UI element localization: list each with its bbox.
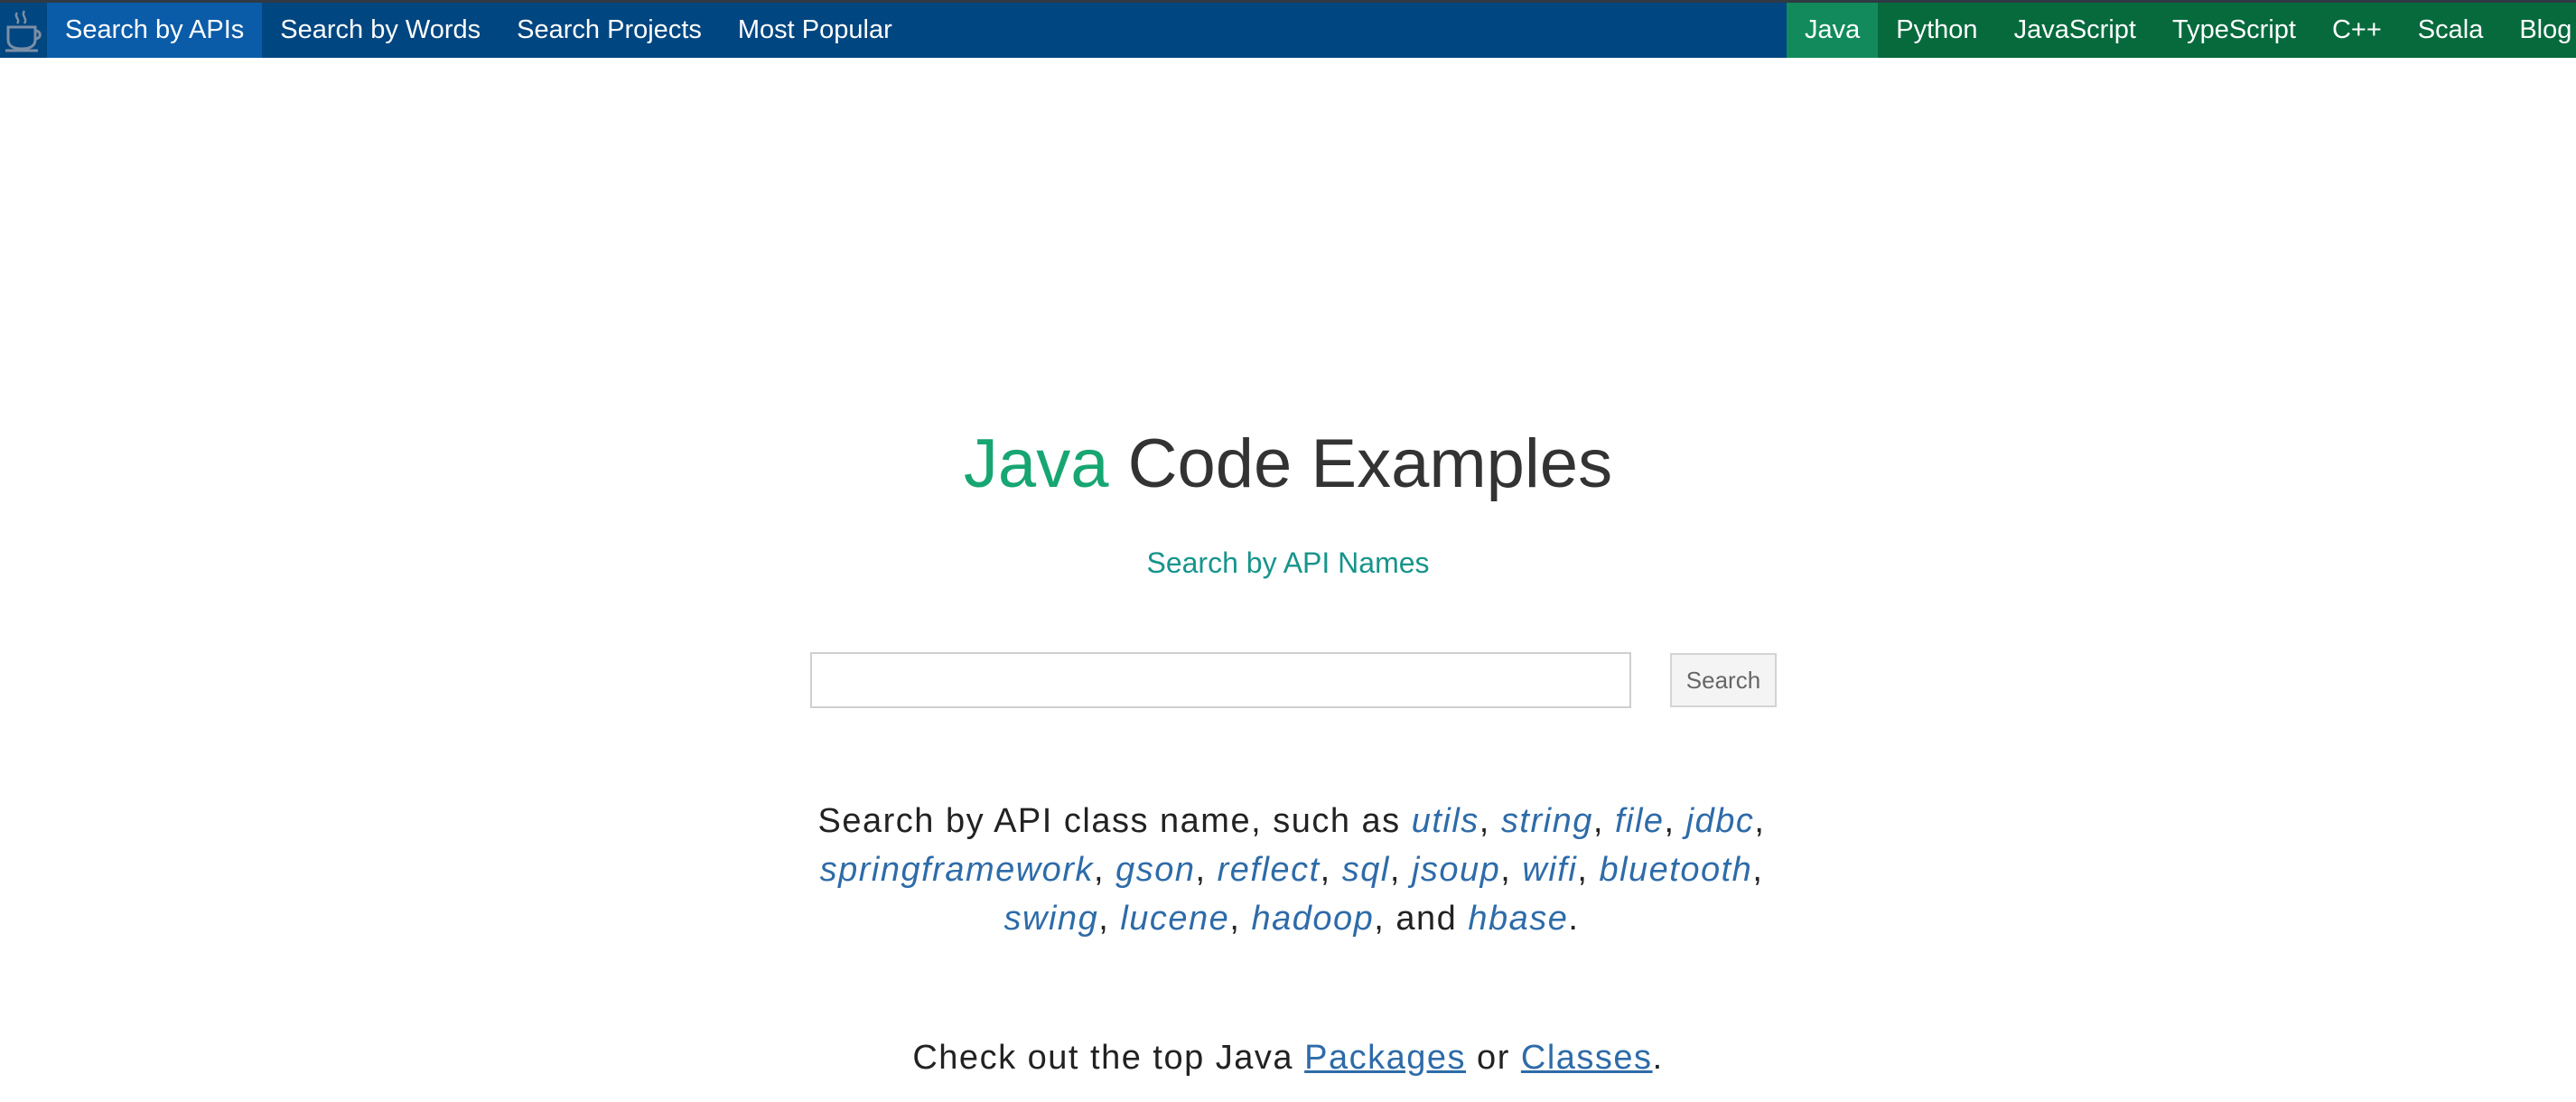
keyword-link[interactable]: jsoup [1412,851,1500,889]
classes-link[interactable]: Classes [1521,1039,1653,1077]
keyword-link[interactable]: swing [1004,900,1099,938]
page-title: Java Code Examples [0,423,2576,506]
page-subtitle: Search by API Names [1146,546,1430,579]
nav-blog[interactable]: Blog [2501,3,2576,58]
keyword-link[interactable]: jdbc [1686,802,1755,840]
lang-tab-python[interactable]: Python [1878,3,1995,58]
keyword-link[interactable]: lucene [1120,900,1229,938]
nav-search-by-words[interactable]: Search by Words [262,3,499,58]
top-packages-line: Check out the top Java Packages or Class… [0,1035,2576,1080]
keyword-link[interactable]: hbase [1468,900,1568,938]
keyword-link[interactable]: bluetooth [1599,851,1752,889]
lang-tab-javascript[interactable]: JavaScript [1996,3,2154,58]
lang-tab-scala[interactable]: Scala [2400,3,2502,58]
bottom-prefix: Check out the top Java [912,1039,1305,1077]
packages-link[interactable]: Packages [1304,1039,1466,1077]
nav-search-by-apis[interactable]: Search by APIs [47,3,263,58]
lang-tab-cpp[interactable]: C++ [2314,3,2400,58]
description-prefix: Search by API class name, such as [817,802,1412,840]
keyword-link[interactable]: sql [1342,851,1390,889]
keyword-link[interactable]: wifi [1522,851,1577,889]
api-description: Search by API class name, such as utils,… [817,802,1766,938]
page-title-rest: Code Examples [1108,425,1613,502]
bottom-middle: or [1466,1039,1521,1077]
nav-most-popular[interactable]: Most Popular [720,3,910,58]
bottom-suffix: . [1652,1039,1664,1077]
keyword-link[interactable]: string [1501,802,1593,840]
lang-tab-typescript[interactable]: TypeScript [2154,3,2314,58]
language-nav: Java Python JavaScript TypeScript C++ Sc… [1787,3,2576,58]
nav-search-projects[interactable]: Search Projects [499,3,720,58]
search-button[interactable]: Search [1670,653,1777,707]
keyword-link[interactable]: file [1615,802,1665,840]
main-nav: Search by APIs Search by Words Search Pr… [47,3,910,58]
description-suffix: . [1568,900,1580,938]
keyword-link[interactable]: reflect [1218,851,1321,889]
description-and: and [1395,900,1458,938]
keyword-link[interactable]: springframework [820,851,1094,889]
keyword-link[interactable]: gson [1115,851,1195,889]
top-navbar: Search by APIs Search by Words Search Pr… [0,0,2576,58]
keyword-link[interactable]: hadoop [1251,900,1374,938]
lang-tab-java[interactable]: Java [1787,3,1879,58]
keyword-link[interactable]: utils [1412,802,1479,840]
coffee-cup-logo-icon[interactable] [0,3,47,58]
page-title-accent: Java [963,425,1109,502]
search-input[interactable] [810,652,1631,708]
